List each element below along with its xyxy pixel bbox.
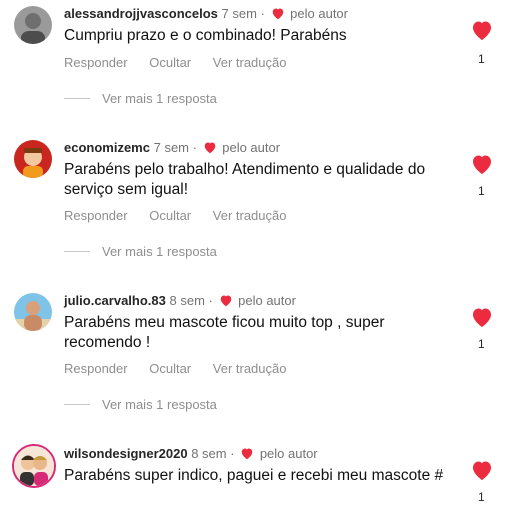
translate-button[interactable]: Ver tradução [213, 208, 287, 223]
divider-line [64, 404, 90, 405]
like-count: 1 [478, 490, 485, 504]
view-replies-label: Ver mais 1 resposta [102, 244, 217, 259]
avatar[interactable] [12, 444, 56, 488]
comment-text: Cumpriu prazo e o combinado! Parabéns [64, 27, 347, 44]
like-count: 1 [478, 337, 485, 351]
heart-icon [473, 308, 491, 327]
like-count: 1 [478, 52, 485, 66]
comment-actions: Responder Ocultar Ver tradução [64, 361, 304, 376]
view-replies-button[interactable]: Ver mais 1 resposta [64, 397, 217, 412]
comment-header: julio.carvalho.83 8 sem · pelo autor [64, 293, 296, 310]
heart-icon [473, 21, 491, 40]
hide-button[interactable]: Ocultar [149, 55, 191, 70]
liked-by-author-label: pelo autor [238, 293, 296, 308]
author-heart-icon [240, 447, 254, 463]
liked-by-author-label: pelo autor [290, 6, 348, 21]
couple-cartoon-avatar-icon [14, 446, 54, 486]
liked-by-author-label: pelo autor [222, 140, 281, 155]
comment-time: 8 sem [191, 446, 227, 461]
view-replies-label: Ver mais 1 resposta [102, 91, 217, 106]
like-button[interactable] [470, 458, 494, 482]
author-heart-icon [203, 141, 217, 157]
reply-button[interactable]: Responder [64, 361, 128, 376]
view-replies-button[interactable]: Ver mais 1 resposta [64, 91, 217, 106]
like-button[interactable] [470, 18, 494, 42]
separator: · [230, 446, 235, 461]
heart-icon [473, 461, 491, 480]
hide-button[interactable]: Ocultar [149, 208, 191, 223]
username-link[interactable]: economizemc [64, 140, 150, 155]
author-heart-icon [271, 7, 285, 23]
avatar[interactable] [14, 6, 52, 44]
red-mascot-avatar-icon [14, 140, 52, 178]
comment-header: alessandrojjvasconcelos 7 sem · pelo aut… [64, 6, 348, 23]
reply-button[interactable]: Responder [64, 55, 128, 70]
comment-header: wilsondesigner2020 8 sem · pelo autor [64, 446, 318, 463]
beach-portrait-avatar-icon [14, 293, 52, 331]
comment-text: Parabéns pelo trabalho! Atendimento e qu… [64, 161, 426, 198]
liked-by-author-label: pelo autor [259, 446, 318, 461]
heart-icon [473, 155, 491, 174]
view-replies-button[interactable]: Ver mais 1 resposta [64, 244, 217, 259]
author-heart-icon [219, 294, 233, 310]
separator: · [192, 140, 197, 155]
hide-button[interactable]: Ocultar [149, 361, 191, 376]
comment-time: 8 sem [169, 293, 205, 308]
separator: · [260, 6, 265, 21]
like-count: 1 [478, 184, 485, 198]
translate-button[interactable]: Ver tradução [213, 55, 287, 70]
divider-line [64, 98, 90, 99]
like-button[interactable] [470, 305, 494, 329]
username-link[interactable]: alessandrojjvasconcelos [64, 6, 218, 21]
comment-time: 7 sem [153, 140, 190, 155]
view-replies-label: Ver mais 1 resposta [102, 397, 217, 412]
avatar[interactable] [14, 293, 52, 331]
comment-actions: Responder Ocultar Ver tradução [64, 55, 304, 70]
avatar[interactable] [14, 140, 52, 178]
divider-line [64, 251, 90, 252]
grey-portrait-avatar-icon [14, 6, 52, 44]
translate-button[interactable]: Ver tradução [213, 361, 287, 376]
username-link[interactable]: wilsondesigner2020 [64, 446, 188, 461]
comment-actions: Responder Ocultar Ver tradução [64, 208, 304, 223]
reply-button[interactable]: Responder [64, 208, 128, 223]
comment-time: 7 sem [221, 6, 257, 21]
username-link[interactable]: julio.carvalho.83 [64, 293, 166, 308]
like-button[interactable] [470, 152, 494, 176]
comment-header: economizemc 7 sem · pelo autor [64, 140, 280, 157]
separator: · [208, 293, 213, 308]
comment-text: Parabéns super indico, paguei e recebi m… [64, 467, 444, 484]
comment-text: Parabéns meu mascote ficou muito top , s… [64, 314, 385, 351]
